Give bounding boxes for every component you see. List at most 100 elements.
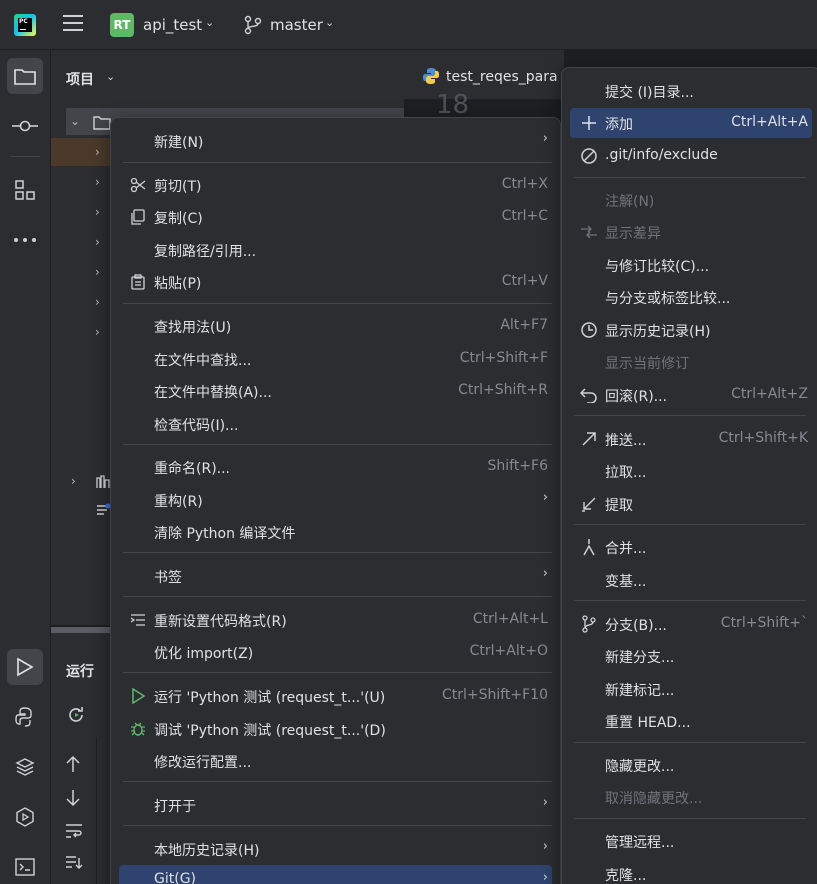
history-icon [580, 321, 598, 339]
chevron-right-icon[interactable]: › [95, 265, 100, 279]
git-rollback[interactable]: 回滚(R)... Ctrl+Alt+Z [570, 380, 812, 410]
structure-icon[interactable] [7, 172, 43, 208]
menu-item-git[interactable]: Git(G) › [119, 865, 552, 884]
scratches-icon [97, 503, 111, 515]
git-commit-directory[interactable]: 提交 (I)目录... [570, 76, 812, 106]
chevron-right-icon[interactable]: › [95, 205, 100, 219]
scrollbar[interactable] [51, 627, 111, 633]
git-compare-revision[interactable]: 与修订比较(C)... [570, 250, 812, 280]
commit-icon[interactable] [7, 108, 43, 144]
library-icon [96, 475, 110, 488]
git-merge[interactable]: 合并... [570, 532, 812, 562]
chevron-right-icon[interactable]: › [71, 474, 76, 488]
python-console-icon[interactable] [7, 699, 43, 735]
scroll-to-end-icon[interactable] [65, 855, 83, 871]
merge-icon [580, 538, 598, 556]
menu-item-optimize-imports[interactable]: 优化 import(Z) Ctrl+Alt+O [119, 637, 552, 667]
run-title: 运行 [66, 664, 94, 680]
git-push[interactable]: 推送... Ctrl+Shift+K [570, 424, 812, 454]
menu-item-paste[interactable]: 粘贴(P) Ctrl+V [119, 267, 552, 297]
arrow-up-icon[interactable] [65, 755, 81, 773]
menu-item-rename[interactable]: 重命名(R)... Shift+F6 [119, 452, 552, 482]
pane-title[interactable]: 项目 [66, 69, 94, 89]
layers-icon[interactable] [7, 749, 43, 785]
menu-item-debug-test[interactable]: 调试 'Python 测试 (request_t...'(D) [119, 714, 552, 744]
plus-icon [580, 114, 598, 132]
menu-item-clean-python[interactable]: 清除 Python 编译文件 [119, 517, 552, 547]
menu-item-reformat[interactable]: 重新设置代码格式(R) Ctrl+Alt+L [119, 605, 552, 635]
menu-item-inspect-code[interactable]: 检查代码(I)... [119, 409, 552, 439]
git-add[interactable]: 添加 Ctrl+Alt+A [570, 108, 812, 138]
chevron-down-icon[interactable]: ⌄ [325, 16, 334, 29]
menu-item-copy-path[interactable]: 复制路径/引用... [119, 235, 552, 265]
chevron-right-icon[interactable]: › [95, 175, 100, 189]
terminal-icon[interactable] [7, 849, 43, 884]
git-new-tag[interactable]: 新建标记... [570, 674, 812, 704]
diff-icon [580, 223, 598, 241]
arrow-down-icon[interactable] [65, 789, 81, 807]
menu-item-replace-in-files[interactable]: 在文件中替换(A)... Ctrl+Shift+R [119, 376, 552, 406]
copy-icon [129, 208, 147, 226]
menu-item-find-usages[interactable]: 查找用法(U) Alt+F7 [119, 311, 552, 341]
git-show-current-revision: 显示当前修订 [605, 356, 689, 372]
chevron-right-icon[interactable]: › [95, 295, 100, 309]
scissors-icon [129, 176, 147, 194]
chevron-down-icon[interactable]: ⌄ [205, 16, 214, 29]
tree-row[interactable] [51, 138, 111, 166]
editor-tab[interactable]: test_reqes_para [446, 69, 558, 85]
git-manage-remotes[interactable]: 管理远程... [570, 826, 812, 856]
soft-wrap-icon[interactable] [65, 823, 83, 839]
git-pull[interactable]: 拉取... [570, 456, 812, 486]
menu-item-new[interactable]: 新建(N) › [119, 126, 552, 156]
git-fetch[interactable]: 提取 [570, 489, 812, 519]
chevron-down-icon[interactable]: ⌄ [106, 70, 115, 83]
menu-item-run-test[interactable]: 运行 'Python 测试 (request_t...'(U) Ctrl+Shif… [119, 681, 552, 711]
chevron-right-icon[interactable]: › [95, 145, 100, 159]
rerun-icon[interactable] [66, 705, 86, 725]
git-exclude[interactable]: .git/info/exclude [570, 141, 812, 171]
paste-icon [129, 273, 147, 291]
more-icon[interactable] [7, 222, 43, 258]
menu-item-local-history[interactable]: 本地历史记录(H) › [119, 834, 552, 864]
git-reset-head[interactable]: 重置 HEAD... [570, 706, 812, 736]
git-unstash: 取消隐藏更改... [605, 791, 703, 807]
chevron-right-icon: › [542, 839, 548, 854]
line-number: 18 [436, 90, 470, 120]
chevron-down-icon[interactable]: ⌄ [70, 114, 80, 128]
editor-tab-bar: test_reqes_para [404, 50, 564, 100]
menu-item-cut[interactable]: 剪切(T) Ctrl+X [119, 170, 552, 200]
menu-item-bookmarks[interactable]: 书签 › [119, 561, 552, 591]
project-badge[interactable]: RT [110, 13, 134, 37]
run-tool-icon[interactable] [7, 649, 43, 685]
git-stash[interactable]: 隐藏更改... [570, 750, 812, 780]
git-rebase[interactable]: 变基... [570, 565, 812, 595]
folder-icon[interactable] [7, 58, 43, 94]
services-icon[interactable] [7, 799, 43, 835]
menu-item-find-in-files[interactable]: 在文件中查找... Ctrl+Shift+F [119, 344, 552, 374]
git-new-branch[interactable]: 新建分支... [570, 641, 812, 671]
menu-item-refactor[interactable]: 重构(R) › [119, 485, 552, 515]
fetch-icon [580, 495, 598, 513]
chevron-right-icon: › [542, 566, 548, 581]
git-compare-branch[interactable]: 与分支或标签比较... [570, 282, 812, 312]
branch-icon [580, 615, 598, 633]
chevron-right-icon[interactable]: › [95, 235, 100, 249]
run-icon [129, 687, 147, 705]
pycharm-logo-icon[interactable]: PC [14, 14, 36, 36]
chevron-right-icon: › [542, 870, 548, 884]
branch-name[interactable]: master [270, 16, 323, 34]
menu-item-edit-run-config[interactable]: 修改运行配置... [119, 746, 552, 776]
main-menu-icon[interactable] [63, 15, 83, 33]
git-branches[interactable]: 分支(B)... Ctrl+Shift+` [570, 609, 812, 639]
project-name[interactable]: api_test [143, 16, 202, 34]
git-show-diff: 显示差异 [570, 217, 812, 247]
menu-item-copy[interactable]: 复制(C) Ctrl+C [119, 202, 552, 232]
git-clone[interactable]: 克隆... [570, 859, 812, 884]
chevron-right-icon[interactable]: › [95, 325, 100, 339]
folder-icon [93, 116, 111, 130]
branch-icon[interactable] [244, 15, 262, 35]
git-show-history[interactable]: 显示历史记录(H) [570, 315, 812, 345]
run-toolbar [51, 737, 97, 884]
menu-item-open-in[interactable]: 打开于 › [119, 790, 552, 820]
git-annotate: 注解(N) [605, 194, 655, 210]
